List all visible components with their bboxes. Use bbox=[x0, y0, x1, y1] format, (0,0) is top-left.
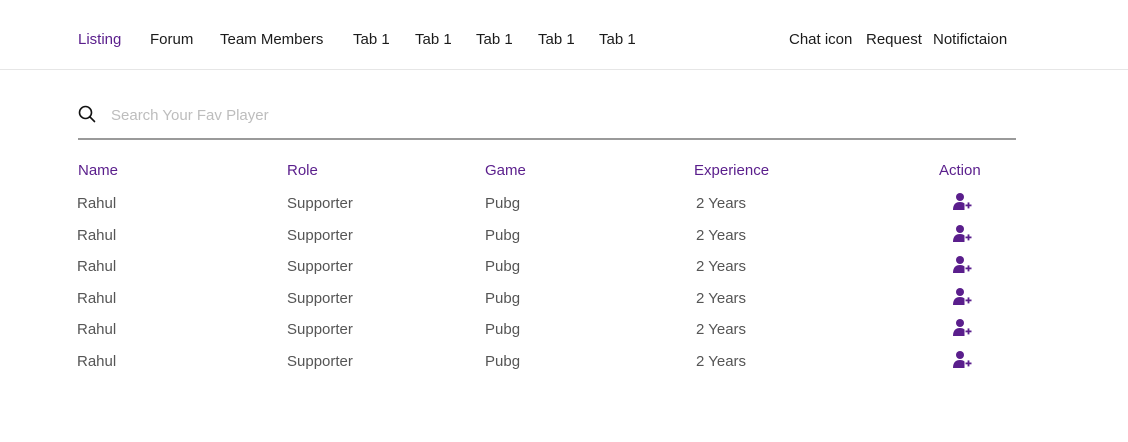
tab-1[interactable]: Tab 1 bbox=[415, 31, 452, 49]
cell-name: Rahul bbox=[77, 290, 117, 307]
cell-name: Rahul bbox=[77, 227, 117, 244]
add-user-icon[interactable] bbox=[952, 192, 972, 212]
request-link[interactable]: Request bbox=[866, 31, 922, 49]
cell-game: Pubg bbox=[485, 321, 521, 338]
cell-experience: 2 Years bbox=[696, 258, 747, 275]
add-user-icon[interactable] bbox=[952, 350, 972, 370]
table-row: Rahul Supporter Pubg 2 Years bbox=[0, 318, 1128, 351]
add-user-icon[interactable] bbox=[952, 318, 972, 338]
search-bar bbox=[78, 98, 1016, 140]
chat-link[interactable]: Chat icon bbox=[789, 31, 852, 49]
notification-link[interactable]: Notifictaion bbox=[933, 31, 1007, 49]
cell-name: Rahul bbox=[77, 195, 117, 212]
add-user-icon[interactable] bbox=[952, 224, 972, 244]
cell-experience: 2 Years bbox=[696, 227, 747, 244]
cell-name: Rahul bbox=[77, 321, 117, 338]
search-icon[interactable] bbox=[78, 105, 96, 123]
cell-experience: 2 Years bbox=[696, 195, 747, 212]
add-user-icon[interactable] bbox=[952, 287, 972, 307]
tab-team-members[interactable]: Team Members bbox=[220, 31, 323, 49]
table-row: Rahul Supporter Pubg 2 Years bbox=[0, 224, 1128, 257]
cell-role: Supporter bbox=[287, 258, 353, 275]
tab-1[interactable]: Tab 1 bbox=[476, 31, 513, 49]
cell-game: Pubg bbox=[485, 290, 521, 307]
column-header-role: Role bbox=[287, 162, 318, 179]
add-user-icon[interactable] bbox=[952, 255, 972, 275]
cell-experience: 2 Years bbox=[696, 353, 747, 370]
cell-experience: 2 Years bbox=[696, 321, 747, 338]
tab-listing[interactable]: Listing bbox=[78, 31, 121, 49]
cell-role: Supporter bbox=[287, 290, 353, 307]
cell-name: Rahul bbox=[77, 353, 117, 370]
search-input[interactable] bbox=[111, 103, 991, 127]
tab-1[interactable]: Tab 1 bbox=[353, 31, 390, 49]
cell-role: Supporter bbox=[287, 353, 353, 370]
tab-1[interactable]: Tab 1 bbox=[599, 31, 636, 49]
cell-role: Supporter bbox=[287, 321, 353, 338]
table-row: Rahul Supporter Pubg 2 Years bbox=[0, 192, 1128, 225]
cell-name: Rahul bbox=[77, 258, 117, 275]
column-header-game: Game bbox=[485, 162, 526, 179]
table-row: Rahul Supporter Pubg 2 Years bbox=[0, 350, 1128, 383]
column-header-action: Action bbox=[939, 162, 981, 179]
cell-game: Pubg bbox=[485, 258, 521, 275]
cell-role: Supporter bbox=[287, 227, 353, 244]
top-navigation-bar: Listing Forum Team Members Tab 1 Tab 1 T… bbox=[0, 0, 1128, 70]
cell-game: Pubg bbox=[485, 195, 521, 212]
cell-role: Supporter bbox=[287, 195, 353, 212]
cell-game: Pubg bbox=[485, 353, 521, 370]
tab-1[interactable]: Tab 1 bbox=[538, 31, 575, 49]
table-row: Rahul Supporter Pubg 2 Years bbox=[0, 287, 1128, 320]
tab-forum[interactable]: Forum bbox=[150, 31, 193, 49]
cell-experience: 2 Years bbox=[696, 290, 747, 307]
column-header-experience: Experience bbox=[694, 162, 770, 179]
cell-game: Pubg bbox=[485, 227, 521, 244]
table-row: Rahul Supporter Pubg 2 Years bbox=[0, 255, 1128, 288]
column-header-name: Name bbox=[78, 162, 119, 179]
